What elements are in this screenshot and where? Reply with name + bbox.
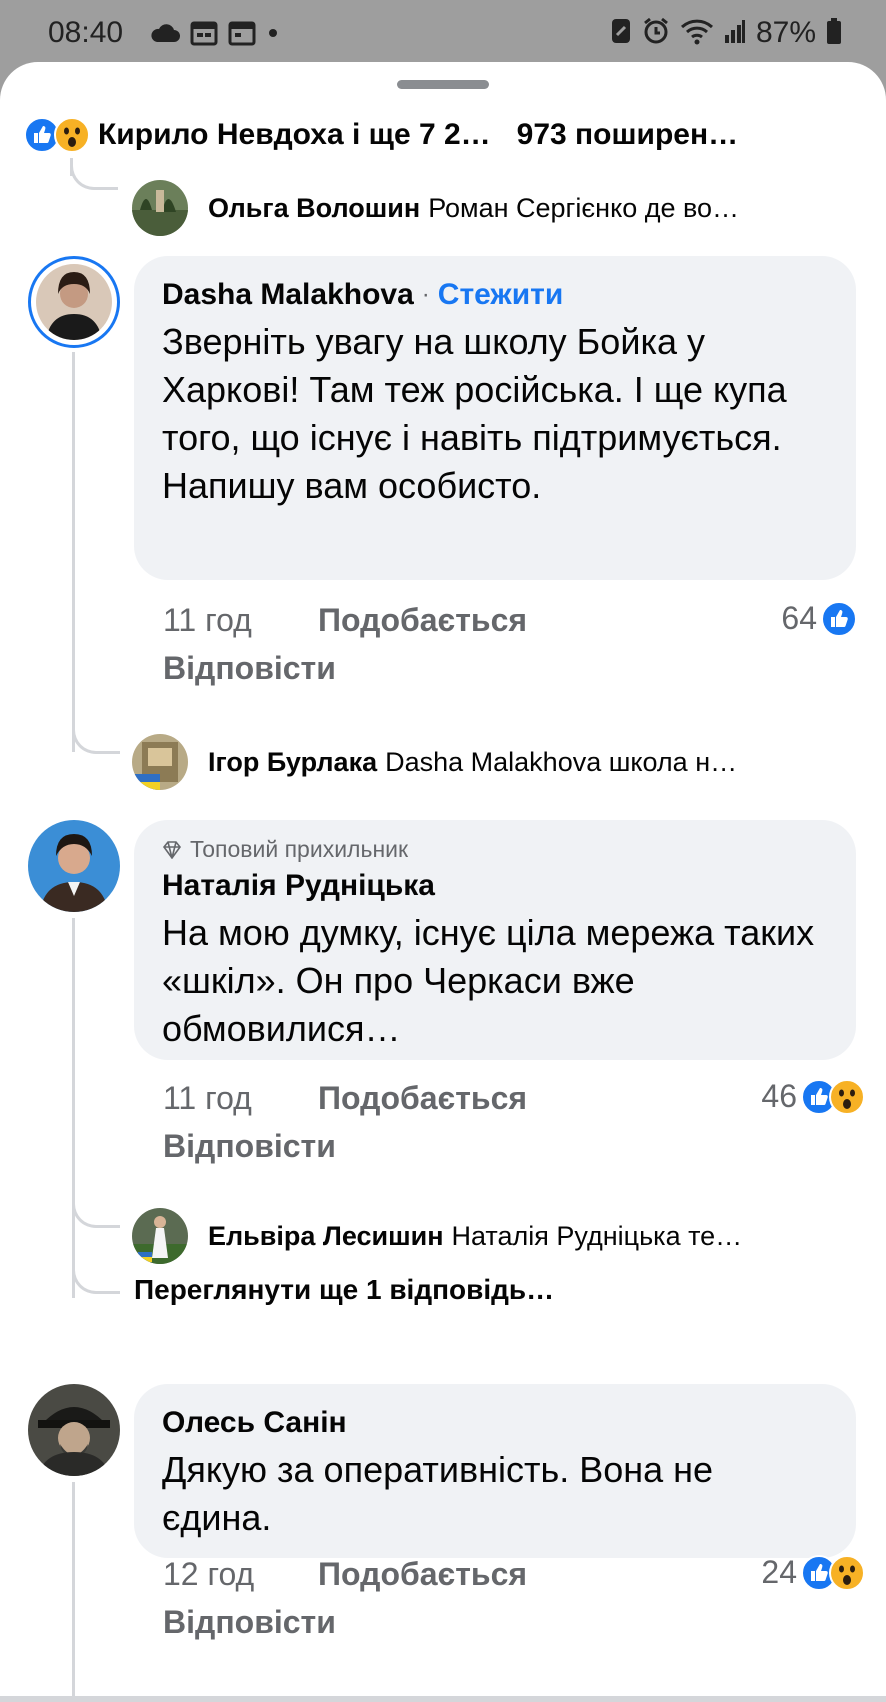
follow-button[interactable]: Стежити — [438, 278, 564, 312]
thread-line — [72, 1482, 75, 1702]
separator-dot: · — [421, 281, 430, 308]
reaction-count[interactable]: 46 — [761, 1078, 867, 1115]
reply-author[interactable]: Ольга Волошин — [208, 193, 420, 224]
comments-sheet[interactable]: Кирило Невдоха і ще 7 2… 973 поширен… Ол… — [0, 62, 886, 1702]
reply-text: Наталія Рудніцька те… — [451, 1220, 743, 1251]
comment-author-row: Dasha Malakhova · Стежити — [162, 278, 828, 312]
reply-button[interactable]: Відповісти — [163, 1604, 336, 1641]
thread-connector — [72, 714, 120, 754]
thread-connector — [70, 158, 118, 190]
comment-actions: 12 год Подобається 24 — [163, 1554, 865, 1594]
reactions-summary[interactable]: Кирило Невдоха і ще 7 2… 973 поширен… — [24, 110, 864, 160]
comment-time[interactable]: 12 год — [163, 1556, 318, 1593]
thread-connector — [72, 1188, 120, 1228]
reaction-icons — [801, 1554, 867, 1591]
view-more-replies[interactable]: Переглянути ще 1 відповідь… — [134, 1274, 554, 1306]
calendar-icon — [190, 20, 218, 51]
wifi-icon — [680, 17, 714, 50]
reply-button[interactable]: Відповісти — [163, 1128, 336, 1165]
top-fan-badge: Топовий прихильник — [162, 836, 828, 863]
reaction-count-number: 46 — [761, 1078, 797, 1114]
reactors-names[interactable]: Кирило Невдоха і ще 7 2… — [98, 118, 491, 152]
thread-line — [72, 352, 75, 752]
comment-text: Дякую за оперативність. Вона не єдина. — [162, 1449, 714, 1538]
status-time: 08:40 — [48, 16, 124, 49]
like-reaction-icon — [821, 600, 857, 637]
status-system-icons: 87% — [610, 16, 842, 50]
reply-author[interactable]: Ігор Бурлака — [208, 747, 377, 778]
thread-connector — [72, 1262, 120, 1294]
comment-author[interactable]: Олесь Санін — [162, 1406, 347, 1440]
reply-text: Dasha Malakhova школа н… — [385, 746, 738, 777]
reaction-count[interactable]: 64 — [781, 600, 857, 637]
comment-time[interactable]: 11 год — [163, 602, 318, 639]
shares-count[interactable]: 973 поширен… — [517, 118, 738, 152]
alarm-icon — [642, 17, 670, 50]
avatar[interactable] — [28, 256, 120, 348]
cloud-icon — [150, 22, 180, 49]
bottom-divider — [0, 1696, 886, 1702]
wow-reaction-icon — [54, 117, 90, 153]
reaction-count-number: 24 — [761, 1554, 797, 1590]
wow-reaction-icon — [829, 1554, 865, 1591]
diamond-icon — [162, 840, 182, 859]
avatar[interactable] — [132, 734, 188, 790]
thread-line — [72, 918, 75, 1298]
avatar[interactable] — [28, 1384, 120, 1476]
calendar-icon — [228, 20, 256, 51]
like-button[interactable]: Подобається — [318, 1080, 527, 1117]
like-button[interactable]: Подобається — [318, 1556, 527, 1593]
status-bar: 08:40 87% — [0, 0, 886, 66]
reply-button[interactable]: Відповісти — [163, 650, 336, 687]
comment-time[interactable]: 11 год — [163, 1080, 318, 1117]
like-button[interactable]: Подобається — [318, 602, 527, 639]
reply-author[interactable]: Ельвіра Лесишин — [208, 1221, 444, 1252]
signal-icon — [724, 17, 746, 50]
comment-actions: 11 год Подобається 64 — [163, 600, 863, 640]
badge-label: Топовий прихильник — [190, 836, 409, 862]
avatar[interactable] — [132, 180, 188, 236]
comment-text: Зверніть увагу на школу Бойка у Харкові!… — [162, 321, 787, 506]
reaction-count[interactable]: 24 — [761, 1554, 867, 1591]
comment-bubble[interactable]: Олесь Санін Дякую за оперативність. Вона… — [134, 1384, 856, 1558]
reaction-icons — [801, 1078, 867, 1115]
reaction-icons — [24, 115, 94, 155]
battery-percent: 87% — [755, 16, 816, 49]
reply-preview[interactable]: Ельвіра Лесишин Наталія Рудніцька те… — [208, 1216, 858, 1256]
comment-author-row: Наталія Рудніцька — [162, 869, 828, 903]
dot-icon — [266, 26, 280, 45]
reaction-count-number: 64 — [781, 600, 817, 636]
comment-text: На мою думку, існує ціла мережа таких «ш… — [162, 912, 815, 1049]
reply-text: Роман Сергієнко де во… — [428, 192, 740, 223]
reply-preview[interactable]: Ігор Бурлака Dasha Malakhova школа н… — [208, 742, 858, 782]
status-notifications — [150, 20, 280, 51]
comment-actions: 11 год Подобається 46 — [163, 1078, 865, 1118]
wow-reaction-icon — [829, 1078, 865, 1115]
comment-bubble[interactable]: Топовий прихильник Наталія Рудніцька На … — [134, 820, 856, 1060]
comment-bubble[interactable]: Dasha Malakhova · Стежити Зверніть увагу… — [134, 256, 856, 580]
nfc-icon — [610, 17, 632, 50]
avatar[interactable] — [28, 820, 120, 912]
comment-author[interactable]: Наталія Рудніцька — [162, 869, 435, 903]
comment-author-row: Олесь Санін — [162, 1406, 828, 1440]
comment-author[interactable]: Dasha Malakhova — [162, 278, 414, 312]
battery-icon — [826, 17, 842, 50]
avatar[interactable] — [132, 1208, 188, 1264]
reply-preview[interactable]: Ольга Волошин Роман Сергієнко де во… — [208, 188, 858, 228]
drag-handle[interactable] — [397, 80, 489, 89]
